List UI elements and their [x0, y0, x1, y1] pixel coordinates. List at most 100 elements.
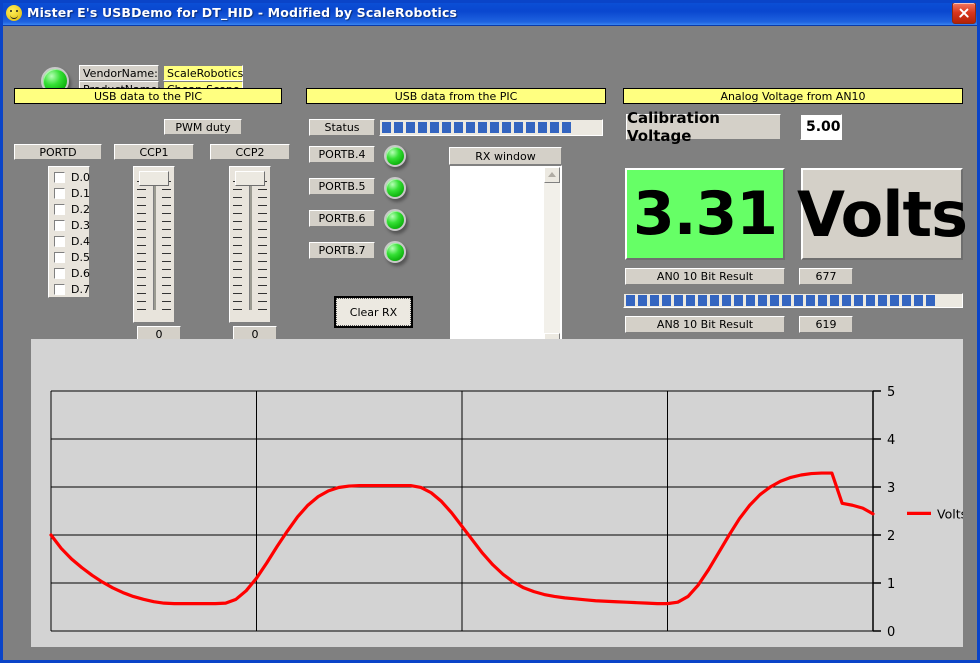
slider-tick — [162, 301, 171, 302]
ccp2-slider[interactable] — [229, 166, 271, 323]
checkbox-d7[interactable] — [54, 284, 65, 295]
checkbox-row[interactable]: D.2 — [54, 201, 89, 217]
chart-y-tick-label: 1 — [887, 577, 895, 592]
checkbox-d5[interactable] — [54, 252, 65, 263]
progress-segment — [782, 295, 791, 306]
calibration-voltage-input[interactable]: 5.00 — [800, 114, 842, 140]
slider-tick — [162, 253, 171, 254]
progress-segment — [526, 122, 535, 133]
rx-scrollbar[interactable] — [544, 167, 560, 349]
slider-tick — [137, 253, 146, 254]
progress-segment — [818, 295, 827, 306]
slider-tick — [258, 221, 267, 222]
ccp1-slider-track — [153, 179, 156, 310]
ccp2-slider-track — [249, 179, 252, 310]
an0-result-label: AN0 10 Bit Result — [625, 268, 785, 285]
slider-tick — [258, 245, 267, 246]
an0-result-value: 677 — [799, 268, 853, 285]
checkbox-row[interactable]: D.0 — [54, 169, 89, 185]
portb5-button[interactable]: PORTB.5 — [309, 178, 375, 195]
checkbox-row[interactable]: D.1 — [54, 185, 89, 201]
checkbox-d4[interactable] — [54, 236, 65, 247]
slider-tick — [137, 205, 146, 206]
ccp1-header: CCP1 — [114, 144, 194, 160]
progress-segment — [926, 295, 935, 306]
ccp1-slider-thumb[interactable] — [139, 171, 169, 186]
checkbox-row[interactable]: D.4 — [54, 233, 89, 249]
checkbox-d6[interactable] — [54, 268, 65, 279]
slider-tick — [233, 277, 242, 278]
checkbox-label-d2: D.2 — [71, 203, 90, 216]
slider-tick — [233, 285, 242, 286]
progress-segment — [650, 295, 659, 306]
close-icon[interactable] — [952, 2, 976, 24]
slider-tick — [233, 301, 242, 302]
voltage-readout: 3.31 — [625, 168, 785, 260]
progress-segment — [890, 295, 899, 306]
progress-segment — [794, 295, 803, 306]
slider-tick — [162, 221, 171, 222]
checkbox-label-d0: D.0 — [71, 171, 90, 184]
slider-tick — [137, 237, 146, 238]
progress-segment — [626, 295, 635, 306]
an8-result-value: 619 — [799, 316, 853, 333]
slider-tick — [137, 221, 146, 222]
ccp2-slider-thumb[interactable] — [235, 171, 265, 186]
checkbox-row[interactable]: D.6 — [54, 265, 89, 281]
chart-canvas: 012345Volts — [31, 339, 963, 647]
checkbox-row[interactable]: D.7 — [54, 281, 89, 297]
ccp1-slider[interactable] — [133, 166, 175, 323]
slider-tick — [137, 261, 146, 262]
progress-segment — [442, 122, 451, 133]
slider-tick — [137, 285, 146, 286]
client-area: VendorName: ScaleRobotics ProductName: C… — [3, 26, 977, 660]
chart-y-tick-label: 2 — [887, 529, 895, 544]
progress-segment — [478, 122, 487, 133]
portb6-button[interactable]: PORTB.6 — [309, 210, 375, 227]
progress-segment — [382, 122, 391, 133]
slider-tick — [162, 213, 171, 214]
slider-tick — [137, 213, 146, 214]
portb7-button[interactable]: PORTB.7 — [309, 242, 375, 259]
slider-tick — [233, 205, 242, 206]
portb5-led-icon — [384, 177, 406, 199]
checkbox-d1[interactable] — [54, 188, 65, 199]
portb4-button[interactable]: PORTB.4 — [309, 146, 375, 163]
portb4-led-icon — [384, 145, 406, 167]
rx-window[interactable] — [449, 165, 562, 351]
scroll-up-button[interactable] — [544, 167, 560, 183]
slider-tick — [233, 229, 242, 230]
slider-tick — [162, 285, 171, 286]
progress-segment — [418, 122, 427, 133]
title-bar[interactable]: Mister E's USBDemo for DT_HID - Modified… — [0, 0, 980, 26]
checkbox-label-d5: D.5 — [71, 251, 90, 264]
progress-segment — [406, 122, 415, 133]
slider-tick — [233, 221, 242, 222]
checkbox-d3[interactable] — [54, 220, 65, 231]
application-window: Mister E's USBDemo for DT_HID - Modified… — [0, 0, 980, 663]
progress-segment — [490, 122, 499, 133]
voltage-chart: 012345Volts — [31, 339, 963, 647]
checkbox-d2[interactable] — [54, 204, 65, 215]
checkbox-row[interactable]: D.3 — [54, 217, 89, 233]
smiley-face-icon — [6, 5, 22, 21]
progress-segment — [394, 122, 403, 133]
slider-tick — [258, 213, 267, 214]
rx-window-title: RX window — [449, 147, 562, 165]
slider-tick — [162, 237, 171, 238]
slider-tick — [258, 293, 267, 294]
an0-progress-bar — [623, 293, 963, 308]
checkbox-row[interactable]: D.5 — [54, 249, 89, 265]
checkbox-label-d3: D.3 — [71, 219, 90, 232]
checkbox-label-d1: D.1 — [71, 187, 90, 200]
slider-tick — [137, 277, 146, 278]
progress-segment — [746, 295, 755, 306]
clear-rx-button[interactable]: Clear RX — [334, 296, 413, 328]
slider-tick — [258, 277, 267, 278]
slider-tick — [258, 301, 267, 302]
progress-segment — [562, 122, 571, 133]
slider-tick — [137, 229, 146, 230]
checkbox-d0[interactable] — [54, 172, 65, 183]
slider-tick — [162, 245, 171, 246]
progress-segment — [550, 122, 559, 133]
